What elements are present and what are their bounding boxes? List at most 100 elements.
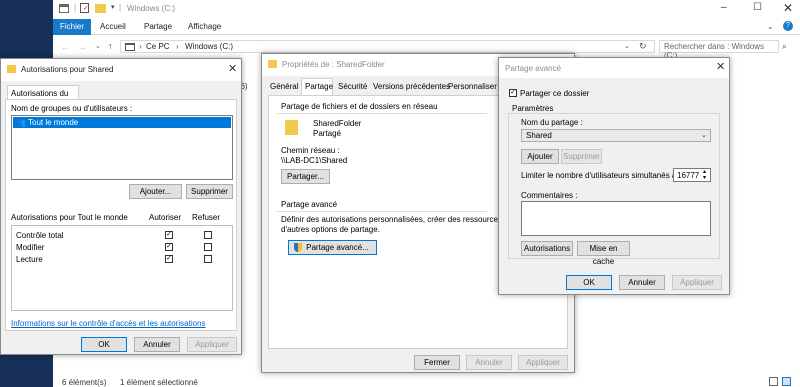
cancel-button[interactable]: Annuler [134, 337, 180, 352]
advanced-sharing-dialog: Partage avancé ✕ ✓ Partager ce dossier P… [498, 57, 730, 295]
status-item-count: 6 élément(s) [62, 378, 107, 387]
refresh-icon[interactable]: ↻ [639, 41, 647, 52]
stepper-down-icon[interactable]: ▾ [703, 174, 706, 181]
add-button[interactable]: Ajouter... [129, 184, 182, 199]
apply-button[interactable]: Appliquer [187, 337, 237, 352]
ribbon-tab-bar: Fichier Accueil Partage Affichage ⌄ ? [53, 19, 800, 35]
groups-listbox[interactable]: 👥 Tout le monde [11, 115, 233, 180]
tab-personnaliser[interactable]: Personnaliser [448, 80, 497, 94]
share-button[interactable]: Partager... [281, 169, 330, 184]
breadcrumb-ce-pc[interactable]: Ce PC [146, 42, 170, 51]
comments-textarea[interactable] [521, 201, 711, 236]
perm-name: Contrôle total [16, 231, 64, 240]
address-bar[interactable]: › Ce PC › Windows (C:) ⌄ ↻ [120, 40, 655, 53]
deny-checkbox[interactable] [204, 243, 212, 251]
help-icon[interactable]: ? [783, 21, 793, 31]
address-dropdown-icon[interactable]: ⌄ [624, 42, 630, 50]
table-row: Lecture ✓ [12, 254, 232, 265]
table-row: Modifier ✓ [12, 242, 232, 253]
ribbon-expand-icon[interactable]: ⌄ [767, 22, 774, 31]
tab-securite[interactable]: Sécurité [338, 80, 367, 94]
share-name-select[interactable]: Shared ⌄ [521, 129, 711, 142]
allow-checkbox[interactable]: ✓ [165, 243, 173, 251]
advanced-sharing-label: Partage avancé... [306, 243, 369, 252]
advanced-sharing-button[interactable]: Partage avancé... [288, 240, 377, 255]
share-folder-label: Partager ce dossier [520, 89, 590, 98]
ok-button[interactable]: OK [81, 337, 127, 352]
adv-description-line-1: Définir des autorisations personnalisées… [281, 215, 532, 224]
cancel-button[interactable]: Annuler [466, 355, 512, 370]
limit-label: Limiter le nombre d'utilisateurs simulta… [521, 171, 681, 180]
params-group: Nom du partage : Shared ⌄ Ajouter Suppri… [508, 113, 720, 266]
breadcrumb-windows-c[interactable]: Windows (C:) [185, 42, 233, 51]
share-folder-checkbox[interactable]: ✓ [509, 89, 517, 97]
tab-autorisations-du-partage[interactable]: Autorisations du partage [7, 85, 79, 107]
close-icon[interactable]: ✕ [228, 62, 237, 75]
window-title: Windows (C:) [127, 4, 176, 13]
ok-button[interactable]: OK [566, 275, 612, 290]
tab-general[interactable]: Général [268, 80, 298, 94]
ribbon-tab-affichage[interactable]: Affichage [188, 22, 221, 31]
user-limit-stepper[interactable]: 16777 ▴ ▾ [673, 168, 711, 182]
adv-description-line-2: d'autres options de partage. [281, 225, 380, 234]
tab-versions-precedentes[interactable]: Versions précédentes [373, 80, 450, 94]
explorer-titlebar: | ✓ ▾ | Windows (C:) – ☐ ✕ [53, 0, 800, 19]
col-allow: Autoriser [149, 213, 182, 222]
permissions-button[interactable]: Autorisations [521, 241, 573, 256]
large-icons-view-icon[interactable] [782, 377, 791, 386]
perm-name: Modifier [16, 243, 45, 252]
maximize-button[interactable]: ☐ [753, 2, 762, 13]
caching-button[interactable]: Mise en cache [577, 241, 630, 266]
ribbon-tab-fichier[interactable]: Fichier [53, 19, 92, 35]
table-row: Contrôle total ✓ [12, 230, 232, 241]
remove-button[interactable]: Supprimer [186, 184, 233, 199]
perm-name: Lecture [16, 255, 43, 264]
search-icon[interactable]: ⌕ [782, 41, 787, 52]
list-item[interactable]: 👥 Tout le monde [13, 117, 231, 128]
recent-locations-icon[interactable]: ⌄ [95, 42, 101, 50]
apply-button[interactable]: Appliquer [518, 355, 568, 370]
groups-label: Nom de groupes ou d'utilisateurs : [11, 104, 133, 113]
new-folder-icon[interactable] [95, 4, 106, 13]
details-view-icon[interactable] [769, 377, 778, 386]
user-limit-value: 16777 [677, 171, 700, 180]
permissions-title: Autorisations pour Shared [21, 65, 114, 74]
add-button[interactable]: Ajouter [521, 149, 559, 164]
back-arrow-icon[interactable]: ← [61, 42, 70, 52]
folder-name: SharedFolder [313, 119, 362, 128]
allow-checkbox[interactable]: ✓ [165, 255, 173, 263]
chevron-down-icon: ⌄ [701, 132, 707, 139]
search-input[interactable]: Rechercher dans : Windows (C:) [659, 40, 779, 60]
remove-button[interactable]: Supprimer [561, 149, 602, 164]
minimize-button[interactable]: – [721, 2, 727, 13]
forward-arrow-icon[interactable]: → [78, 42, 87, 52]
deny-checkbox[interactable] [204, 255, 212, 263]
check-mark-icon: ✓ [83, 5, 89, 12]
divider [277, 113, 487, 114]
folder-icon [7, 65, 16, 73]
properties-title: Propriétés de : SharedFolder [282, 60, 385, 69]
net-path-label: Chemin réseau : [281, 146, 340, 155]
apply-button[interactable]: Appliquer [672, 275, 722, 290]
perms-label: Autorisations pour Tout le monde [11, 213, 128, 222]
ribbon-tab-partage[interactable]: Partage [144, 22, 172, 31]
up-arrow-icon[interactable]: ↑ [108, 41, 113, 51]
permissions-panel: Nom de groupes ou d'utilisateurs : 👥 Tou… [5, 99, 237, 331]
cancel-button[interactable]: Annuler [619, 275, 665, 290]
allow-checkbox[interactable]: ✓ [165, 231, 173, 239]
users-group-icon: 👥 [16, 118, 26, 127]
close-button[interactable]: ✕ [783, 1, 793, 15]
status-selected-count: 1 élément sélectionné [120, 378, 198, 387]
deny-checkbox[interactable] [204, 231, 212, 239]
permissions-titlebar: Autorisations pour Shared ✕ [1, 59, 241, 81]
ribbon-tab-accueil[interactable]: Accueil [100, 22, 126, 31]
access-control-info-link[interactable]: Informations sur le contrôle d'accès et … [11, 319, 206, 328]
advanced-sharing-titlebar: Partage avancé ✕ [499, 58, 729, 78]
tab-partage[interactable]: Partage [301, 78, 333, 95]
comments-label: Commentaires : [521, 191, 578, 200]
col-deny: Refuser [192, 213, 221, 222]
computer-icon [125, 43, 135, 51]
quick-access-dropdown-icon[interactable]: ▾ [111, 3, 115, 11]
close-icon[interactable]: ✕ [716, 60, 725, 73]
close-dialog-button[interactable]: Fermer [414, 355, 460, 370]
